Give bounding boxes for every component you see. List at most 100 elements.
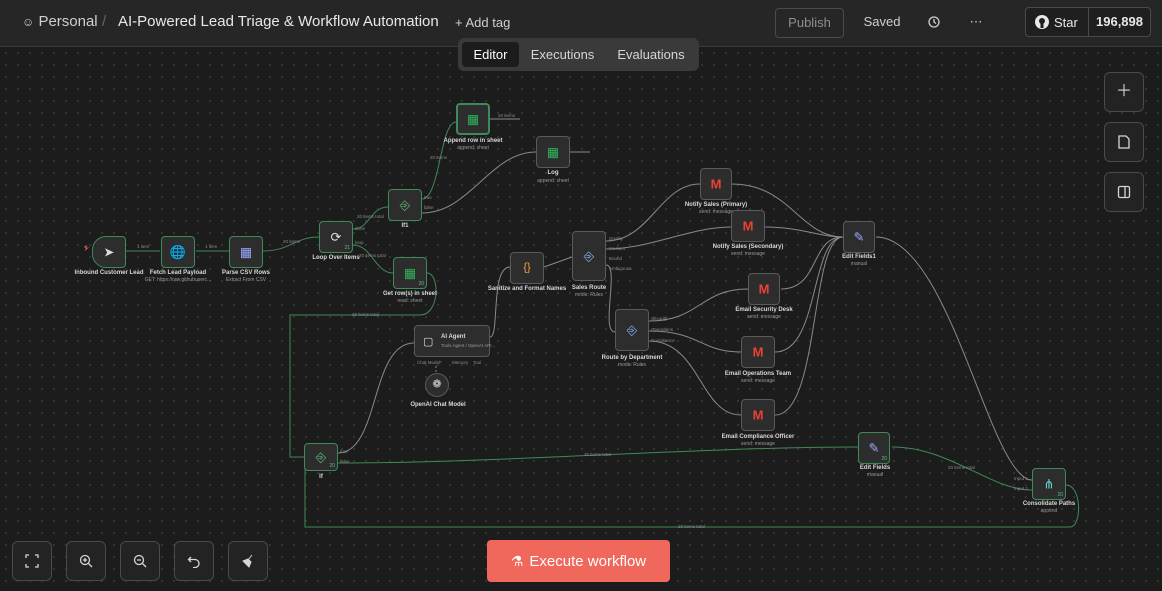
branch-icon: ⎆ — [399, 197, 411, 213]
edge-label: 20 items total — [678, 524, 705, 529]
edge-if-agent — [337, 342, 415, 454]
edge-label: 20 items total — [948, 465, 975, 470]
gmail-icon: M — [752, 344, 764, 360]
merge-icon: ⋔ — [1043, 476, 1055, 492]
node-edit-fields1[interactable]: ✎ — [843, 221, 875, 253]
workspace-breadcrumb[interactable]: ☺ Personal — [22, 13, 98, 30]
undo-icon — [187, 556, 200, 569]
undo-button[interactable] — [174, 541, 214, 581]
node-sanitize-format-names[interactable]: {} — [510, 252, 544, 284]
tab-executions[interactable]: Executions — [522, 42, 603, 67]
execute-workflow-button[interactable]: ⚗ Execute workflow — [487, 540, 670, 582]
panel-icon — [1117, 185, 1131, 199]
edge-label: 20 items total — [352, 312, 379, 317]
port-label: Input 1 — [1014, 476, 1028, 481]
item-count-badge: 20 — [1057, 492, 1063, 498]
node-if[interactable]: ⎆ 20 — [304, 443, 338, 471]
node-inbound-customer-lead[interactable]: ➤ — [92, 236, 126, 268]
node-loop-over-items[interactable]: ⟳ 21 — [319, 221, 353, 253]
item-count-badge: 20 — [418, 281, 424, 287]
gmail-icon: M — [758, 281, 770, 297]
node-ai-agent[interactable]: ▢ AI Agent Tools Agent / OpenAI API... — [414, 325, 495, 357]
history-icon — [928, 16, 940, 28]
connections-layer — [84, 118, 1080, 528]
node-label: Append row in sheet — [443, 138, 503, 144]
port-label: false — [424, 205, 434, 210]
node-edit-fields[interactable]: ✎ 20 — [858, 432, 890, 464]
zoom-in-button[interactable] — [66, 541, 106, 581]
node-email-operations-team[interactable]: M — [741, 336, 775, 368]
node-subtitle: send: message — [699, 209, 733, 215]
tidy-up-button[interactable] — [228, 541, 268, 581]
add-sticky-note-button[interactable] — [1104, 122, 1144, 162]
edge-label: 1 item — [205, 244, 218, 249]
node-label: AI Agent — [441, 334, 466, 340]
node-subtitle: append: sheet — [537, 178, 569, 184]
node-consolidate-paths[interactable]: ⋔ 20 — [1032, 468, 1066, 500]
publish-button[interactable]: Publish — [775, 8, 844, 38]
add-tag-button[interactable]: + Add tag — [455, 15, 510, 30]
gmail-icon: M — [752, 407, 764, 423]
star-divider — [1088, 8, 1089, 36]
port-label: Compliance — [651, 338, 675, 343]
node-notify-sales-primary[interactable]: M — [700, 168, 732, 200]
edge-sanitize-sales — [543, 256, 573, 268]
edge-compliance-edit1 — [774, 236, 844, 416]
tab-evaluations[interactable]: Evaluations — [607, 42, 695, 67]
edge-agent-sanitize — [489, 266, 511, 338]
github-star-button[interactable]: Star 196,898 — [1025, 7, 1151, 37]
toggle-panel-button[interactable] — [1104, 172, 1144, 212]
cursor-icon: ➤ — [103, 244, 115, 260]
node-append-row-in-sheet[interactable]: ▦ — [456, 103, 490, 135]
workflow-canvas[interactable]: 1 item 1 item 20 items 20 items total 20… — [0, 47, 1162, 591]
item-count-badge: 21 — [344, 245, 350, 251]
port-label: true — [340, 449, 348, 454]
node-openai-chat-model[interactable]: ❁ — [425, 373, 449, 397]
node-label: Fetch Lead Payload — [149, 270, 207, 276]
openai-icon: ❁ — [432, 378, 442, 391]
workflow-title[interactable]: AI-Powered Lead Triage & Workflow Automa… — [118, 13, 439, 30]
port-label: Tool — [473, 360, 482, 365]
node-route-by-department[interactable]: ⎆ — [615, 309, 649, 351]
node-label: Get row(s) in sheet — [382, 291, 438, 297]
node-label: If1 — [401, 223, 409, 229]
node-label: Email Security Desk — [735, 307, 793, 313]
node-parse-csv-rows[interactable]: ▦ — [229, 236, 263, 268]
node-if1[interactable]: ⎆ — [388, 189, 422, 221]
zoom-out-button[interactable] — [120, 541, 160, 581]
more-button[interactable]: ⋯ — [964, 8, 988, 36]
edge-label: 20 items — [283, 239, 301, 244]
port-label: Security — [651, 316, 668, 321]
add-node-button[interactable]: ＋ — [1104, 72, 1144, 112]
node-email-compliance-officer[interactable]: M — [741, 399, 775, 431]
node-label: Sanitize and Format Names — [487, 286, 567, 292]
google-sheets-icon: ▦ — [466, 111, 480, 127]
user-icon: ☺ — [22, 15, 35, 29]
node-subtitle: mode: Rules — [574, 292, 604, 298]
node-label: Email Compliance Officer — [721, 434, 795, 440]
node-notify-sales-secondary[interactable]: M — [731, 210, 765, 242]
node-subtitle: Tools Agent / OpenAI API... — [441, 343, 496, 348]
breadcrumb-separator: / — [102, 13, 107, 30]
fit-view-button[interactable] — [12, 541, 52, 581]
fit-view-icon — [25, 554, 39, 568]
history-button[interactable] — [922, 8, 946, 36]
node-email-security-desk[interactable]: M — [748, 273, 780, 305]
node-label: Notify Sales (Primary) — [684, 202, 748, 208]
node-log[interactable]: ▦ — [536, 136, 570, 168]
node-get-rows-in-sheet[interactable]: ▦ 20 — [393, 257, 427, 289]
node-fetch-lead-payload[interactable]: 🌐 — [161, 236, 195, 268]
zoom-out-icon — [133, 554, 147, 568]
node-sales-route[interactable]: ⎆ — [572, 231, 606, 281]
edge-label: 20 items — [430, 155, 448, 160]
port-label: true — [424, 195, 432, 200]
node-label: If — [319, 474, 323, 480]
zoom-in-icon — [79, 554, 93, 568]
saved-status: Saved — [863, 14, 901, 29]
edge-ops-edit1 — [774, 236, 844, 353]
node-subtitle: send: message — [731, 251, 765, 257]
tab-editor[interactable]: Editor — [462, 42, 519, 67]
trigger-bolt-icon — [84, 245, 89, 251]
edge-edit1-consolidate — [875, 236, 1033, 481]
gmail-icon: M — [710, 176, 722, 192]
